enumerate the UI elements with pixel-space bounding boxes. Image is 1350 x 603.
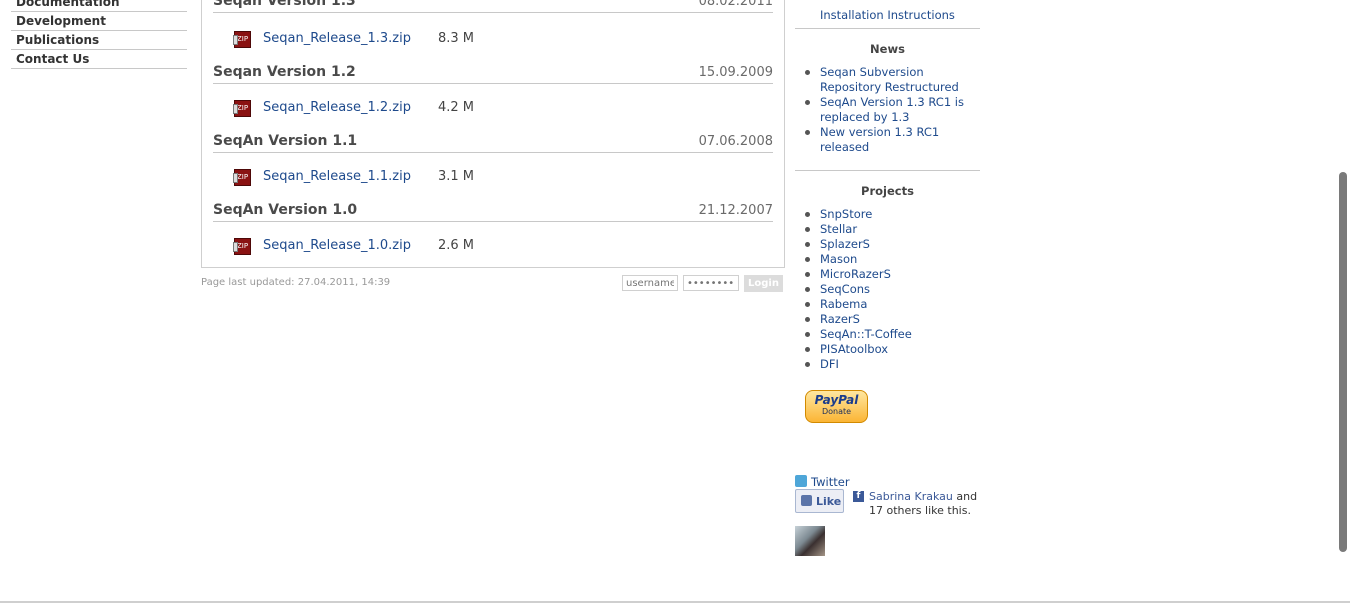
divider: [795, 170, 980, 171]
file-size: 3.1 M: [438, 169, 475, 184]
paypal-donate-label: Donate: [821, 407, 852, 416]
bullet-icon: [805, 100, 810, 105]
nav-item-development[interactable]: Development: [11, 12, 187, 31]
project-label: Mason: [820, 252, 858, 266]
project-label: MicroRazerS: [820, 267, 891, 281]
version-title: Seqan Version 1.2: [213, 64, 356, 80]
news-item[interactable]: New version 1.3 RC1 released: [795, 125, 980, 155]
news-item-label: New version 1.3 RC1 released: [820, 125, 940, 154]
bullet-icon: [805, 242, 810, 247]
bullet-icon: [805, 257, 810, 262]
bullet-icon: [805, 212, 810, 217]
project-label: Stellar: [820, 222, 858, 236]
downloads-panel: Seqan Version 1.3 08.02.2011 ZIP Seqan_R…: [201, 0, 785, 268]
bullet-icon: [805, 287, 810, 292]
left-navigation: Documentation Development Publications C…: [11, 0, 187, 69]
twitter-label: Twitter: [811, 475, 850, 489]
paypal-donate-button[interactable]: PayPal Donate: [805, 390, 868, 423]
zip-file-icon: ZIP: [233, 238, 251, 255]
project-item[interactable]: Mason: [795, 252, 980, 267]
project-label: RazerS: [820, 312, 860, 326]
version-date: 15.09.2009: [698, 65, 773, 80]
nav-item-contact-us[interactable]: Contact Us: [11, 50, 187, 69]
news-item-label: SeqAn Version 1.3 RC1 is replaced by 1.3: [820, 95, 964, 124]
vertical-scrollbar[interactable]: [1336, 0, 1350, 603]
file-size: 2.6 M: [438, 238, 475, 253]
project-item[interactable]: DFI: [795, 357, 980, 372]
bullet-icon: [805, 332, 810, 337]
version-header: Seqan Version 1.3 08.02.2011: [213, 0, 773, 13]
facebook-user-link[interactable]: Sabrina Krakau: [869, 490, 953, 503]
version-title: SeqAn Version 1.1: [213, 133, 358, 149]
bullet-icon: [805, 227, 810, 232]
projects-list: SnpStore Stellar SplazerS Mason MicroRaz…: [795, 207, 980, 372]
project-label: SnpStore: [820, 207, 873, 221]
news-list: Seqan Subversion Repository Restructured…: [795, 65, 980, 155]
bullet-icon: [805, 302, 810, 307]
download-link[interactable]: Seqan_Release_1.3.zip: [263, 31, 411, 46]
zip-file-icon: ZIP: [233, 169, 251, 186]
version-date: 08.02.2011: [698, 0, 773, 9]
facebook-avatar[interactable]: [795, 526, 825, 556]
version-date: 07.06.2008: [698, 134, 773, 149]
project-label: DFI: [820, 357, 839, 371]
file-size: 4.2 M: [438, 100, 475, 115]
project-label: SeqCons: [820, 282, 871, 296]
version-header: SeqAn Version 1.0 21.12.2007: [213, 199, 773, 222]
download-link[interactable]: Seqan_Release_1.0.zip: [263, 238, 411, 253]
bullet-icon: [805, 70, 810, 75]
download-link[interactable]: Seqan_Release_1.1.zip: [263, 169, 411, 184]
installation-instructions-link[interactable]: Installation Instructions: [820, 8, 955, 23]
project-label: PISAtoolbox: [820, 342, 889, 356]
last-updated-text: Page last updated: 27.04.2011, 14:39: [201, 277, 391, 288]
version-title: Seqan Version 1.3: [213, 0, 356, 9]
nav-item-publications[interactable]: Publications: [11, 31, 187, 50]
scrollbar-thumb[interactable]: [1339, 172, 1347, 552]
bullet-icon: [805, 317, 810, 322]
project-item[interactable]: RazerS: [795, 312, 980, 327]
news-item[interactable]: SeqAn Version 1.3 RC1 is replaced by 1.3: [795, 95, 980, 125]
bullet-icon: [805, 272, 810, 277]
facebook-like-text: Sabrina Krakau and 17 others like this.: [869, 490, 984, 518]
project-item[interactable]: SplazerS: [795, 237, 980, 252]
project-item[interactable]: SeqCons: [795, 282, 980, 297]
file-size: 8.3 M: [438, 31, 475, 46]
password-input[interactable]: [683, 275, 739, 291]
project-item[interactable]: PISAtoolbox: [795, 342, 980, 357]
project-item[interactable]: SnpStore: [795, 207, 980, 222]
username-input[interactable]: [622, 275, 678, 291]
bullet-icon: [805, 130, 810, 135]
bullet-icon: [805, 362, 810, 367]
download-link[interactable]: Seqan_Release_1.2.zip: [263, 100, 411, 115]
divider: [795, 28, 980, 29]
news-item-label: Seqan Subversion Repository Restructured: [820, 65, 959, 94]
nav-item-documentation[interactable]: Documentation: [11, 0, 187, 12]
news-item[interactable]: Seqan Subversion Repository Restructured: [795, 65, 980, 95]
twitter-icon: [795, 475, 807, 487]
zip-file-icon: ZIP: [233, 31, 251, 48]
project-item[interactable]: Rabema: [795, 297, 980, 312]
news-heading: News: [870, 42, 905, 56]
project-label: SeqAn::T-Coffee: [820, 327, 912, 341]
project-label: SplazerS: [820, 237, 870, 251]
facebook-like-button[interactable]: Like: [795, 489, 844, 513]
project-item[interactable]: SeqAn::T-Coffee: [795, 327, 980, 342]
zip-file-icon: ZIP: [233, 100, 251, 117]
facebook-icon: f: [853, 491, 864, 502]
version-date: 21.12.2007: [698, 203, 773, 218]
projects-heading: Projects: [861, 184, 914, 198]
project-item[interactable]: Stellar: [795, 222, 980, 237]
version-header: SeqAn Version 1.1 07.06.2008: [213, 130, 773, 153]
project-item[interactable]: MicroRazerS: [795, 267, 980, 282]
paypal-logo: PayPal: [814, 393, 859, 407]
like-label: Like: [816, 495, 842, 508]
version-title: SeqAn Version 1.0: [213, 202, 358, 218]
bullet-icon: [805, 347, 810, 352]
thumbs-up-icon: [801, 495, 812, 506]
login-button[interactable]: Login: [744, 275, 783, 292]
version-header: Seqan Version 1.2 15.09.2009: [213, 61, 773, 84]
project-label: Rabema: [820, 297, 868, 311]
